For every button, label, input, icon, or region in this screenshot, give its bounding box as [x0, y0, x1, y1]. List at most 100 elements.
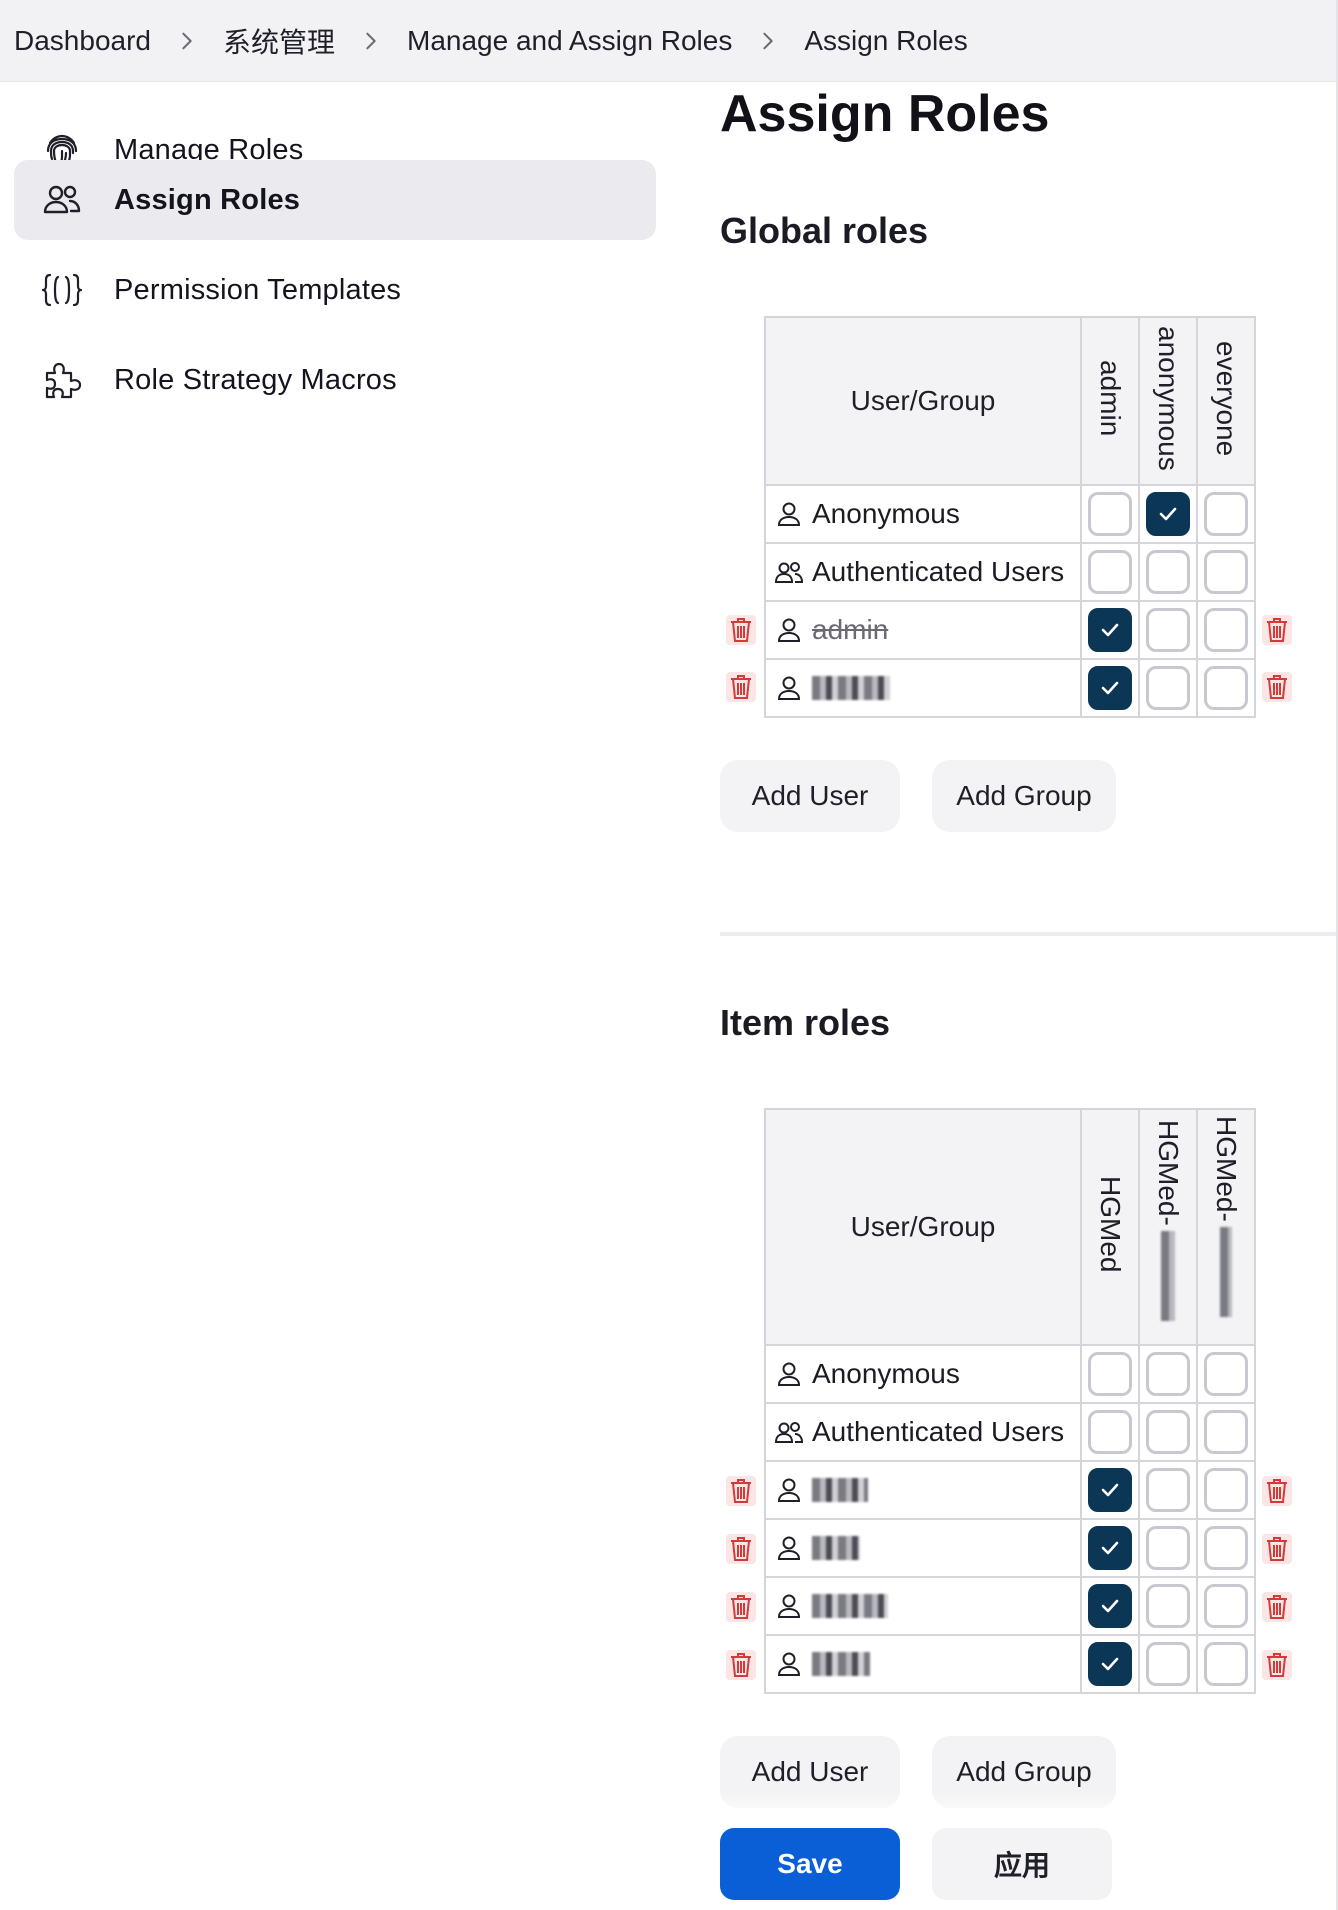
- chevron-right-icon: [746, 19, 790, 63]
- row-name: Anonymous: [812, 1358, 960, 1389]
- breadcrumb-assign-roles[interactable]: Assign Roles: [804, 19, 967, 63]
- table-row: Anonymous: [764, 1344, 1256, 1404]
- role-checkbox[interactable]: [1146, 1584, 1190, 1628]
- delete-row-icon[interactable]: [726, 1592, 756, 1622]
- users-icon: [40, 178, 84, 222]
- role-checkbox[interactable]: [1088, 1584, 1132, 1628]
- delete-row-icon[interactable]: [1262, 615, 1292, 645]
- role-checkbox[interactable]: [1204, 1352, 1248, 1396]
- row-name: Anonymous: [812, 498, 960, 529]
- user-icon: [774, 673, 804, 703]
- puzzle-icon: [40, 358, 84, 402]
- user-icon: [774, 1475, 804, 1505]
- user-icon: [774, 1533, 804, 1563]
- user-icon: [774, 615, 804, 645]
- delete-row-icon[interactable]: [1262, 672, 1292, 702]
- save-button[interactable]: Save: [720, 1828, 900, 1900]
- role-checkbox[interactable]: [1146, 1352, 1190, 1396]
- delete-row-icon[interactable]: [1262, 1534, 1292, 1564]
- role-header-anonymous: anonymous: [1138, 316, 1198, 486]
- role-checkbox[interactable]: [1204, 608, 1248, 652]
- chevron-right-icon: [349, 19, 393, 63]
- role-checkbox[interactable]: [1146, 666, 1190, 710]
- table-row: Authenticated Users: [764, 1402, 1256, 1462]
- table-row: Authenticated Users: [764, 542, 1256, 602]
- role-checkbox[interactable]: [1146, 1468, 1190, 1512]
- role-checkbox[interactable]: [1088, 1352, 1132, 1396]
- role-checkbox[interactable]: [1088, 550, 1132, 594]
- role-checkbox[interactable]: [1146, 550, 1190, 594]
- breadcrumb-dashboard[interactable]: Dashboard: [14, 19, 151, 63]
- sidebar-item-label: Permission Templates: [114, 273, 402, 306]
- role-checkbox[interactable]: [1146, 492, 1190, 536]
- redacted-name: [812, 1536, 860, 1560]
- role-checkbox[interactable]: [1146, 1410, 1190, 1454]
- role-checkbox[interactable]: [1146, 608, 1190, 652]
- redacted-name: [812, 676, 890, 700]
- sidebar-item-label: Role Strategy Macros: [114, 363, 397, 396]
- users-icon: [774, 1417, 804, 1447]
- role-checkbox[interactable]: [1204, 1468, 1248, 1512]
- role-checkbox[interactable]: [1088, 492, 1132, 536]
- breadcrumb: Dashboard 系统管理 Manage and Assign Roles A…: [0, 0, 1338, 82]
- row-name: Authenticated Users: [812, 556, 1065, 587]
- delete-row-icon[interactable]: [1262, 1650, 1292, 1680]
- role-checkbox[interactable]: [1204, 666, 1248, 710]
- user-icon: [774, 499, 804, 529]
- item-roles-title: Item roles: [720, 1002, 891, 1043]
- delete-row-icon[interactable]: [726, 615, 756, 645]
- delete-row-icon[interactable]: [726, 1476, 756, 1506]
- role-checkbox[interactable]: [1088, 1468, 1132, 1512]
- breadcrumb-system-admin[interactable]: 系统管理: [223, 19, 335, 63]
- role-checkbox[interactable]: [1088, 1410, 1132, 1454]
- apply-button[interactable]: 应用: [932, 1828, 1112, 1900]
- user-icon: [774, 1359, 804, 1389]
- role-checkbox[interactable]: [1088, 608, 1132, 652]
- global-roles-table: User/Group admin anonymous everyone Anon…: [764, 316, 1256, 718]
- users-icon: [774, 557, 804, 587]
- breadcrumb-manage-assign-roles[interactable]: Manage and Assign Roles: [407, 19, 732, 63]
- role-checkbox[interactable]: [1204, 1526, 1248, 1570]
- add-group-button[interactable]: Add Group: [932, 760, 1116, 832]
- table-row: [764, 1518, 1256, 1578]
- sidebar-item-permission-templates[interactable]: Permission Templates: [14, 250, 656, 330]
- delete-row-icon[interactable]: [726, 1650, 756, 1680]
- delete-row-icon[interactable]: [726, 1534, 756, 1564]
- braces-icon: [40, 268, 84, 312]
- role-header-hgmed: HGMed: [1080, 1108, 1140, 1346]
- role-checkbox[interactable]: [1146, 1526, 1190, 1570]
- role-header-hgmed-3: HGMed-: [1196, 1108, 1256, 1346]
- role-header-hgmed-2: HGMed-: [1138, 1108, 1198, 1346]
- table-row: [764, 1460, 1256, 1520]
- table-row: Anonymous: [764, 484, 1256, 544]
- role-checkbox[interactable]: [1088, 1526, 1132, 1570]
- role-checkbox[interactable]: [1088, 1642, 1132, 1686]
- table-row: [764, 1634, 1256, 1694]
- role-header-everyone: everyone: [1196, 316, 1256, 486]
- role-header-admin: admin: [1080, 316, 1140, 486]
- chevron-right-icon: [165, 19, 209, 63]
- role-checkbox[interactable]: [1088, 666, 1132, 710]
- role-checkbox[interactable]: [1204, 1642, 1248, 1686]
- user-group-header: User/Group: [764, 316, 1082, 486]
- role-checkbox[interactable]: [1146, 1642, 1190, 1686]
- delete-row-icon[interactable]: [726, 672, 756, 702]
- delete-row-icon[interactable]: [1262, 1592, 1292, 1622]
- redacted-name: [812, 1594, 888, 1618]
- page-title: Assign Roles: [720, 85, 1050, 143]
- user-icon: [774, 1649, 804, 1679]
- role-checkbox[interactable]: [1204, 1410, 1248, 1454]
- role-checkbox[interactable]: [1204, 550, 1248, 594]
- table-row: [764, 1576, 1256, 1636]
- sidebar-item-role-strategy-macros[interactable]: Role Strategy Macros: [14, 340, 656, 420]
- role-checkbox[interactable]: [1204, 1584, 1248, 1628]
- user-group-header: User/Group: [764, 1108, 1082, 1346]
- table-row: admin: [764, 600, 1256, 660]
- sidebar-item-assign-roles[interactable]: Assign Roles: [14, 160, 656, 240]
- delete-row-icon[interactable]: [1262, 1476, 1292, 1506]
- add-user-button[interactable]: Add User: [720, 760, 900, 832]
- row-name: Authenticated Users: [812, 1416, 1065, 1447]
- row-name: admin: [812, 614, 889, 645]
- role-checkbox[interactable]: [1204, 492, 1248, 536]
- global-roles-title: Global roles: [720, 210, 929, 251]
